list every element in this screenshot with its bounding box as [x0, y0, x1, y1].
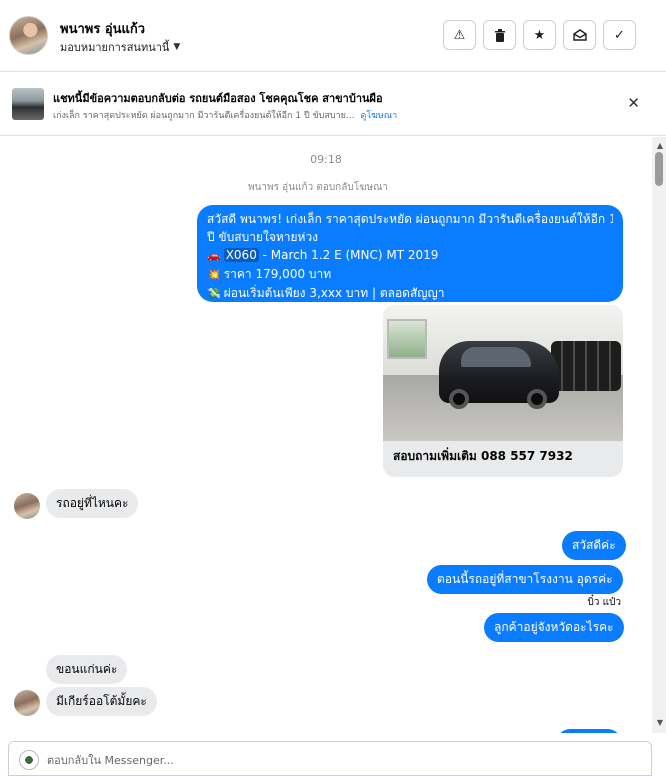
car-code: X060 [223, 248, 259, 262]
burst-icon: 💥 [207, 268, 221, 281]
outgoing-message-partial [556, 729, 622, 733]
contact-avatar-small [14, 690, 40, 716]
mark-unread-icon [572, 29, 587, 41]
car-icon: 🚗 [207, 249, 221, 262]
done-check-icon: ✓ [614, 27, 625, 43]
view-ad-link[interactable]: ดูโฆษณา [361, 111, 398, 121]
scrollbar-thumb[interactable] [655, 152, 663, 186]
caret-down-icon: ▼ [173, 42, 181, 52]
trash-icon [494, 28, 505, 42]
message-line: 🚗 X060 - March 1.2 E (MNC) MT 2019 [207, 246, 613, 265]
reply-input[interactable] [47, 750, 627, 770]
ad-banner-text: เก่งเล็ก ราคาสุดประหยัด ผ่อนถูกมาก มีวาร… [53, 111, 355, 121]
contact-name[interactable]: พนาพร อุ่นแก้ว [60, 18, 145, 39]
car-price: ราคา 179,000 บาท [223, 267, 332, 281]
incoming-message: ขอนแก่นค่ะ [46, 655, 128, 684]
ad-banner-title: แชทนี้มีข้อความตอบกลับต่อ รถยนต์มือสอง โ… [53, 92, 383, 105]
scroll-down-icon[interactable]: ▼ [657, 718, 663, 727]
page-avatar-icon [19, 750, 39, 770]
warning-icon: ⚠ [453, 27, 466, 43]
seen-by-label: บิ๋ว แป๋ว [587, 597, 621, 608]
scroll-up-icon[interactable]: ▲ [657, 141, 663, 150]
mark-done-button[interactable]: ✓ [603, 20, 636, 50]
star-icon: ★ [533, 27, 546, 43]
message-thread[interactable]: 09:18 พนาพร อุ่นแก้ว ตอบกลับโฆษณา สวัสดี… [0, 137, 648, 733]
timestamp: 09:18 [310, 153, 342, 166]
card-caption: สอบถามเพิ่มเติม 088 557 7932 [393, 449, 573, 463]
outgoing-message: ตอนนี้รถอยู่ที่สาขาโรงงาน อุดรค่ะ [427, 565, 623, 594]
ad-welcome-message: สวัสดี พนาพร! เก่งเล็ก ราคาสุดประหยัด ผ่… [197, 205, 623, 302]
replied-to-ad-label: พนาพร อุ่นแก้ว ตอบกลับโฆษณา [248, 182, 388, 193]
mark-unread-button[interactable] [563, 20, 596, 50]
report-spam-button[interactable]: ⚠ [443, 20, 476, 50]
close-icon[interactable]: ✕ [627, 94, 640, 112]
assign-conversation-dropdown[interactable]: มอบหมายการสนทนานี้ ▼ [60, 38, 180, 56]
header-actions: ⚠ ★ ✓ [443, 20, 636, 50]
contact-avatar-small [14, 493, 40, 519]
ad-thumbnail [12, 88, 44, 120]
money-icon: 💸 [207, 287, 221, 300]
ad-reply-banner: แชทนี้มีข้อความตอบกลับต่อ รถยนต์มือสอง โ… [0, 72, 666, 136]
installment-text: ผ่อนเริ่มต้นเพียง 3,xxx บาท | ตลอดสัญญา [223, 286, 445, 300]
incoming-message: มีเกียร์ออโต้มั้ยคะ [46, 687, 157, 716]
reply-composer [8, 741, 652, 776]
car-photo [383, 305, 623, 441]
star-button[interactable]: ★ [523, 20, 556, 50]
delete-button[interactable] [483, 20, 516, 50]
contact-avatar[interactable] [9, 16, 48, 55]
assign-label: มอบหมายการสนทนานี้ [60, 41, 170, 54]
incoming-message: รถอยู่ที่ไหนคะ [46, 489, 139, 518]
car-photo-card[interactable]: สอบถามเพิ่มเติม 088 557 7932 [383, 305, 623, 477]
message-line: 💥 ราคา 179,000 บาท [207, 265, 613, 284]
conversation-header: พนาพร อุ่นแก้ว มอบหมายการสนทนานี้ ▼ ⚠ ★ … [0, 0, 666, 72]
message-line: สวัสดี พนาพร! เก่งเล็ก ราคาสุดประหยัด ผ่… [207, 212, 613, 226]
ad-banner-subtitle: เก่งเล็ก ราคาสุดประหยัด ผ่อนถูกมาก มีวาร… [53, 108, 397, 122]
scrollbar[interactable] [652, 137, 666, 733]
car-model: - March 1.2 E (MNC) MT 2019 [258, 248, 439, 262]
message-line: 💸 ผ่อนเริ่มต้นเพียง 3,xxx บาท | ตลอดสัญญา [207, 284, 613, 303]
outgoing-message: ลูกค้าอยู่จังหวัดอะไรคะ [484, 613, 624, 642]
message-line: ปี ขับสบายใจหายห่วง [207, 230, 319, 244]
outgoing-message: สวัสดีค่ะ [562, 531, 626, 560]
